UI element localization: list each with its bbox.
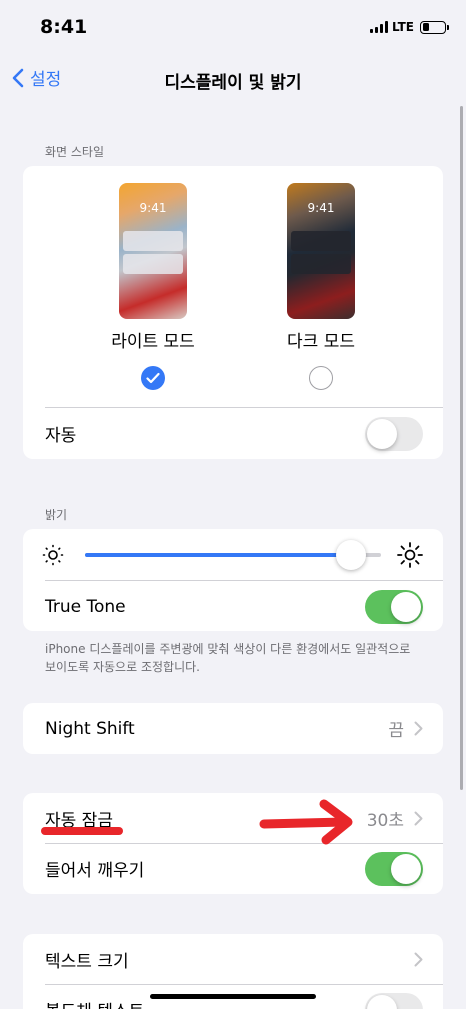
raise-to-wake-row: 들어서 깨우기 [23,843,443,894]
appearance-selector: 9:41 라이트 모드 9:41 다크 모드 [23,166,443,406]
text-size-row[interactable]: 텍스트 크기 [23,934,443,985]
light-mode-preview: 9:41 [119,183,187,319]
sun-min-icon [42,544,64,566]
light-preview-notification [123,254,183,274]
annotation-arrow-icon [259,799,353,845]
appearance-header: 화면 스타일 [45,145,105,159]
annotation-underline [41,827,123,835]
chevron-right-icon [414,811,423,826]
light-mode-option[interactable]: 9:41 라이트 모드 [93,183,213,390]
dark-mode-preview: 9:41 [287,183,355,319]
dark-preview-notification [291,231,351,251]
light-mode-label: 라이트 모드 [111,332,195,352]
auto-lock-value: 30초 [366,811,404,831]
bold-text-toggle[interactable] [365,992,423,1009]
network-type: LTE [391,20,414,34]
raise-to-wake-toggle[interactable] [365,851,423,886]
brightness-header: 밝기 [45,508,68,522]
lock-card: 자동 잠금 30초 들어서 깨우기 [23,793,443,894]
brightness-slider-row [23,529,443,580]
signal-icon [369,21,388,33]
sun-max-icon [397,542,423,568]
text-size-label: 텍스트 크기 [45,952,129,972]
light-mode-radio[interactable] [141,366,165,390]
true-tone-label: True Tone [45,596,126,617]
auto-appearance-label: 자동 [45,426,77,446]
brightness-slider-fill [85,553,352,557]
status-indicators: LTE [369,20,449,34]
true-tone-row: True Tone [23,581,443,631]
navigation-bar: 설정 디스플레이 및 밝기 [0,56,466,100]
raise-to-wake-label: 들어서 깨우기 [45,861,145,881]
auto-appearance-toggle[interactable] [365,416,423,451]
page-title: 디스플레이 및 밝기 [164,73,302,93]
status-time: 8:41 [40,16,88,38]
true-tone-toggle[interactable] [365,589,423,624]
chevron-right-icon [414,721,423,736]
brightness-card: True Tone [23,529,443,631]
brightness-slider[interactable] [85,540,381,570]
light-preview-notification [123,231,183,251]
status-bar: 8:41 LTE [0,0,466,56]
dark-preview-notification [291,254,351,274]
battery-icon [420,20,449,34]
night-shift-value: 끔 [388,721,404,741]
checkmark-icon [146,372,160,384]
true-tone-footer: iPhone 디스플레이를 주변광에 맞춰 색상이 다른 환경에서도 일관적으로… [45,642,411,674]
home-indicator[interactable] [150,994,316,999]
light-preview-time: 9:41 [139,201,167,215]
auto-lock-row[interactable]: 자동 잠금 30초 [23,793,443,844]
night-shift-card: Night Shift 끔 [23,703,443,754]
dark-mode-radio[interactable] [309,366,333,390]
night-shift-label: Night Shift [45,718,135,739]
appearance-card: 9:41 라이트 모드 9:41 다크 모드 자동 [23,166,443,459]
dark-preview-time: 9:41 [307,201,335,215]
chevron-right-icon [414,952,423,967]
night-shift-row[interactable]: Night Shift 끔 [23,703,443,754]
auto-appearance-row: 자동 [23,408,443,459]
brightness-slider-thumb[interactable] [336,540,367,570]
dark-mode-label: 다크 모드 [287,332,355,352]
dark-mode-option[interactable]: 9:41 다크 모드 [261,183,381,390]
scrollbar[interactable] [460,106,463,790]
